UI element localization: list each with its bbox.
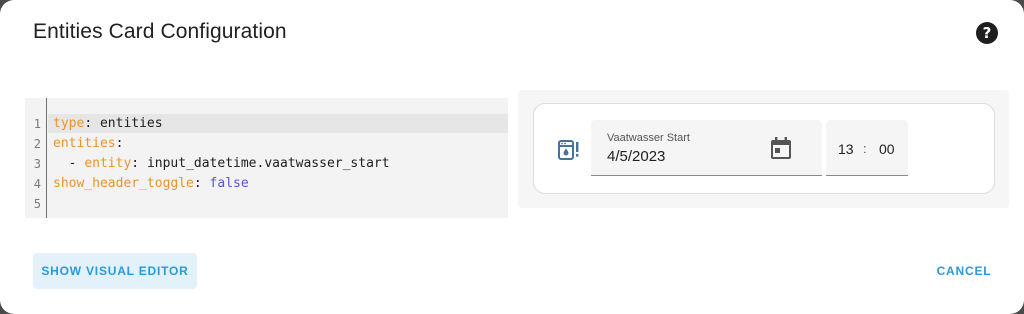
date-field-label: Vaatwasser Start: [607, 132, 690, 144]
yaml-key: show_header_toggle: [53, 176, 194, 191]
time-minutes[interactable]: 00: [879, 141, 895, 157]
yaml-separator: :: [84, 116, 100, 131]
time-input-field[interactable]: 13 : 00: [826, 120, 908, 176]
code-line[interactable]: - entity: input_datetime.vaatwasser_star…: [53, 156, 390, 171]
yaml-key: entity: [84, 156, 132, 171]
code-line[interactable]: type: entities: [53, 116, 163, 131]
line-number: 4: [33, 177, 41, 191]
help-icon[interactable]: ?: [976, 22, 998, 44]
yaml-value: input_datetime.vaatwasser_start: [146, 156, 390, 171]
dishwasher-alert-icon: [558, 140, 579, 160]
line-number: 5: [33, 197, 41, 211]
line-number: 3: [33, 157, 41, 171]
yaml-code-editor[interactable]: 1 2 3 4 5 type: entities entities: - ent…: [25, 98, 508, 218]
yaml-value: false: [209, 176, 249, 191]
date-input-field[interactable]: Vaatwasser Start 4/5/2023: [591, 120, 822, 176]
code-line[interactable]: entities:: [53, 136, 123, 151]
cancel-button[interactable]: CANCEL: [926, 253, 1002, 289]
time-separator: :: [863, 141, 867, 156]
line-number: 1: [33, 117, 41, 131]
line-number: 2: [33, 137, 41, 151]
line-number-gutter: 1 2 3 4 5: [25, 98, 47, 218]
calendar-icon[interactable]: [771, 137, 791, 159]
dialog-title: Entities Card Configuration: [33, 20, 287, 43]
show-visual-editor-button[interactable]: SHOW VISUAL EDITOR: [33, 253, 197, 289]
yaml-separator: :: [131, 156, 147, 171]
yaml-list-prefix: -: [53, 156, 85, 171]
yaml-key: type: [53, 116, 85, 131]
yaml-value: entities: [99, 116, 163, 131]
yaml-separator: :: [193, 176, 210, 191]
time-hours[interactable]: 13: [838, 141, 854, 157]
yaml-key: entities: [53, 136, 116, 151]
card-configuration-dialog: Entities Card Configuration ? 1 2 3 4 5 …: [0, 0, 1024, 314]
yaml-separator: :: [115, 136, 124, 151]
date-field-value: 4/5/2023: [607, 148, 666, 165]
code-line[interactable]: show_header_toggle: false: [53, 176, 249, 191]
